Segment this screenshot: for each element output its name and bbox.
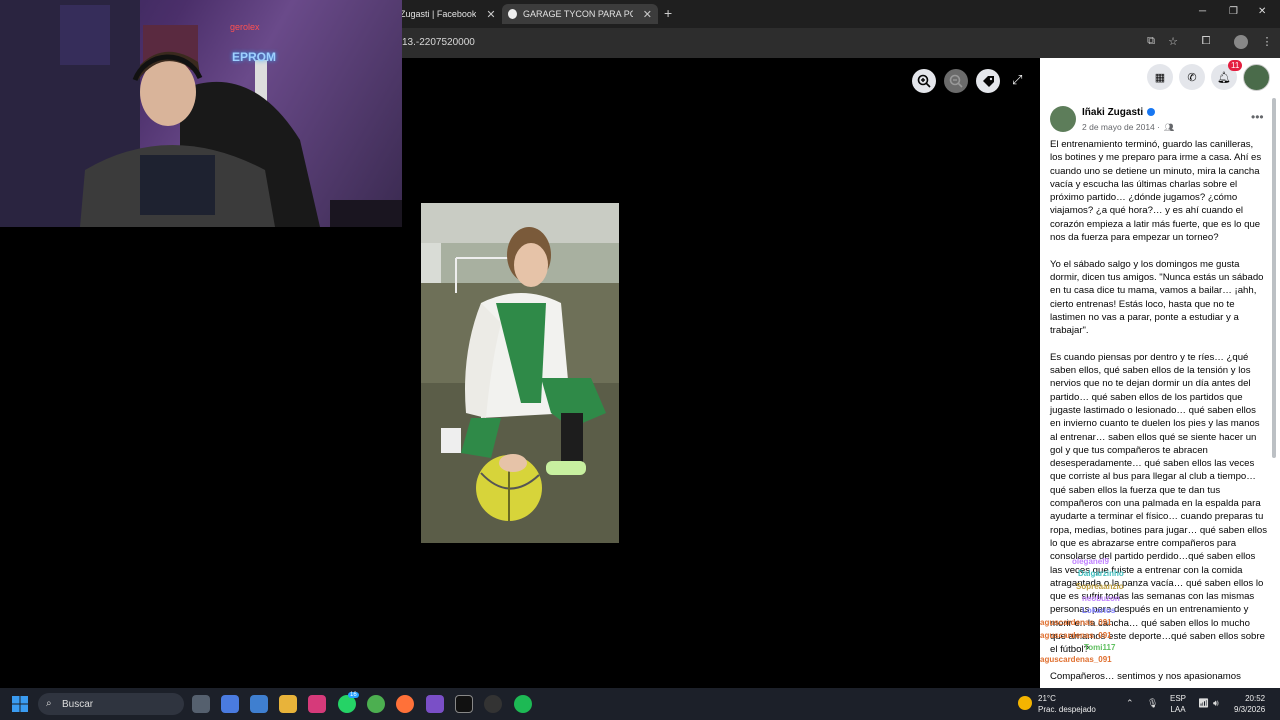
chat-username: Tomi117 [1084, 643, 1116, 653]
search-icon: ⌕ [46, 698, 52, 709]
bell-icon: 🔔︎ [1217, 71, 1231, 84]
facebook-header: ▦ ✆ 🔔︎ 11 [1040, 58, 1280, 96]
sidebar-scrollbar[interactable] [1272, 98, 1276, 458]
tab-facebook-label: Zugasti | Facebook [400, 9, 477, 19]
firefox-icon[interactable] [396, 695, 414, 713]
whatsapp-badge: 16 [348, 692, 359, 698]
volume-icon[interactable]: 🔊︎ [1213, 698, 1219, 709]
account-avatar[interactable] [1243, 64, 1270, 91]
chat-username: Dalgarzinho [1078, 569, 1124, 579]
store-icon[interactable] [250, 695, 268, 713]
taskbar-search[interactable]: Buscar [38, 693, 184, 715]
chat-username: aguscardenas_091 [1040, 618, 1112, 628]
copilot-icon[interactable] [221, 695, 239, 713]
author-avatar[interactable] [1050, 106, 1076, 132]
extensions-icon[interactable]: ⧠ [1199, 35, 1213, 49]
lang-secondary: LAA [1170, 705, 1186, 714]
profile-avatar[interactable] [1234, 35, 1248, 49]
chat-username: aguscardenas_091 [1040, 630, 1112, 640]
bookmark-star-icon[interactable]: ☆ [1166, 35, 1180, 49]
chrome-icon[interactable] [367, 695, 385, 713]
weather-icon[interactable] [1018, 696, 1032, 710]
post-paragraph: Yo el sábado salgo y los domingos me gus… [1050, 258, 1264, 337]
expand-icon[interactable]: ⤢ [1012, 72, 1022, 88]
chat-username: aguscardenas_091 [1040, 655, 1112, 665]
notification-badge: 11 [1228, 60, 1243, 71]
post-photo[interactable] [421, 203, 619, 543]
post-paragraph: El entrenamiento terminó, guardo las can… [1050, 139, 1262, 244]
tab-facebook[interactable]: Zugasti | Facebook ✕ [400, 4, 500, 24]
microphone-icon[interactable]: 🎙︎ [1147, 698, 1158, 709]
post-options-button[interactable]: ••• [1251, 110, 1264, 124]
windows-start-icon[interactable] [12, 696, 28, 712]
menu-kebab-icon[interactable]: ⋮ [1260, 35, 1274, 49]
post-author[interactable]: Iñaki Zugasti [1082, 107, 1156, 118]
language-indicator[interactable]: ESP LAA [1170, 693, 1186, 715]
file-explorer-icon[interactable] [279, 695, 297, 713]
chat-username: Lokarlos [1082, 606, 1116, 616]
close-tab-icon[interactable]: ✕ [643, 8, 652, 21]
task-view-icon[interactable] [192, 695, 210, 713]
tag-icon [982, 75, 994, 87]
minimize-button[interactable]: ─ [1199, 6, 1206, 17]
close-window-button[interactable]: ✕ [1258, 6, 1266, 17]
overlay-neon-sign: EPROM [232, 50, 277, 64]
install-app-icon[interactable]: ⧉ [1144, 35, 1158, 49]
new-tab-button[interactable]: + [664, 5, 672, 21]
post-author-name[interactable]: Iñaki Zugasti [1082, 107, 1143, 118]
lang-primary: ESP [1170, 694, 1187, 703]
messenger-icon: ✆ [1187, 71, 1197, 84]
clock-date: 9/3/2026 [1234, 705, 1266, 714]
chat-username: neobuzon [1082, 593, 1120, 603]
wifi-icon[interactable]: 📶︎ [1198, 698, 1209, 709]
more-options-icon: ••• [1251, 110, 1264, 124]
restore-button[interactable]: ❐ [1229, 6, 1238, 17]
chat-username: oleganel9 [1072, 557, 1109, 566]
chevron-up-icon[interactable]: ⌃ [1126, 698, 1134, 709]
grid-icon: ▦ [1154, 71, 1166, 84]
messenger-button[interactable]: ✆ [1179, 64, 1205, 90]
tab-garage-tycon-label: GARAGE TYCON PARA PC - Bus [523, 9, 633, 19]
google-icon [508, 9, 517, 19]
app-icon[interactable] [426, 695, 444, 713]
zoom-in-icon [917, 74, 931, 88]
weather-widget[interactable]: 21°C Prac. despejado [1038, 693, 1096, 715]
system-clock[interactable]: 20:52 9/3/2026 [1234, 693, 1265, 715]
close-tab-icon[interactable]: ✕ [486, 8, 495, 21]
url-field[interactable]: 13.-2207520000 [402, 37, 475, 48]
weather-temp: 21°C [1038, 694, 1056, 703]
chat-username: Sopreaanzio [1076, 581, 1124, 591]
instagram-icon[interactable] [308, 695, 326, 713]
zoom-in-button[interactable] [912, 69, 936, 93]
verified-badge-icon [1147, 108, 1156, 117]
menu-grid-button[interactable]: ▦ [1147, 64, 1173, 90]
obs-icon[interactable] [484, 695, 502, 713]
weather-desc: Prac. despejado [1038, 705, 1096, 714]
tab-garage-tycon[interactable]: GARAGE TYCON PARA PC - Bus ✕ [502, 4, 658, 24]
post-date[interactable]: 2 de mayo de 2014 · 👥︎ [1082, 122, 1174, 132]
webcam-overlay: gerolex EPROM [0, 0, 402, 227]
spotify-icon[interactable] [514, 695, 532, 713]
tag-button[interactable] [976, 69, 1000, 93]
windows-taskbar: Buscar ⌕ 16 21°C Prac. despejado ⌃ 🎙︎ ES… [0, 688, 1280, 720]
post-paragraph: Compañeros… sentimos y nos apasionamos [1050, 670, 1241, 682]
friends-audience-icon: 👥︎ [1163, 123, 1175, 132]
stream-chat-overlay: oleganel9 Dalgarzinho Sopreaanzio neobuz… [1040, 556, 1160, 667]
post-date-text[interactable]: 2 de mayo de 2014 · [1082, 122, 1160, 132]
webcam-image [0, 0, 402, 227]
clock-time: 20:52 [1245, 694, 1266, 703]
taskbar-search-placeholder: Buscar [62, 698, 94, 710]
overlay-text-top: gerolex [230, 22, 260, 32]
zoom-out-button[interactable] [944, 69, 968, 93]
capcut-icon[interactable] [455, 695, 473, 713]
photo-image [421, 203, 619, 543]
zoom-out-icon [949, 74, 963, 88]
